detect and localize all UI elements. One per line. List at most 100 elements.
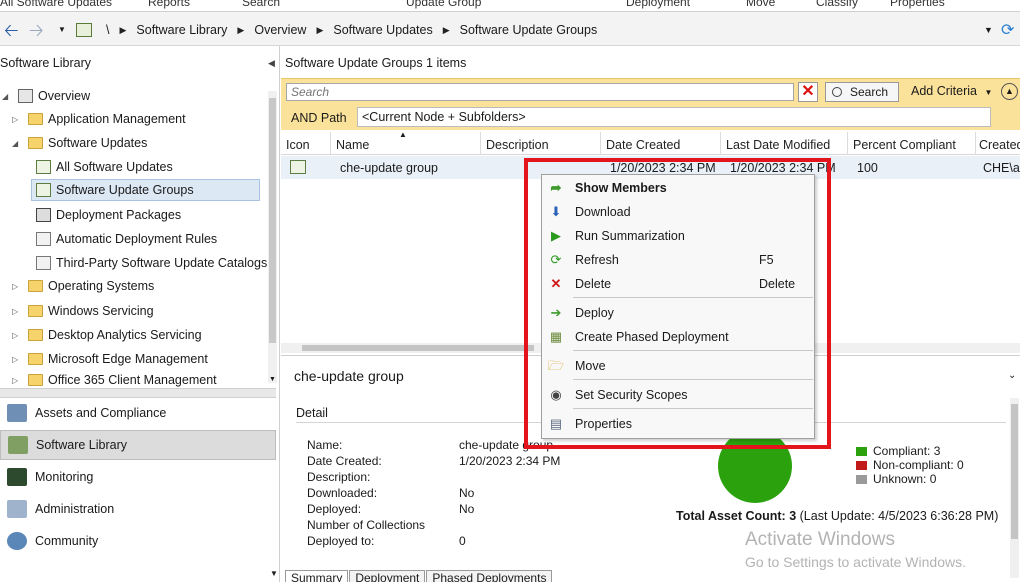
detail-key: Deployed to: (307, 534, 375, 548)
detail-key: Deployed: (307, 502, 362, 516)
address-dropdown-icon[interactable]: ▼ (984, 25, 993, 35)
breadcrumb-software-updates[interactable]: Software Updates (333, 23, 432, 37)
detail-section-heading: Detail (296, 406, 328, 420)
software-update-icon (36, 160, 51, 174)
tree-item-all-software-updates[interactable]: All Software Updates (36, 156, 173, 178)
column-created-by[interactable]: Created (979, 138, 1020, 152)
legend-swatch (856, 460, 867, 470)
refresh-icon[interactable]: ⟳ (1001, 20, 1014, 40)
history-dropdown-icon[interactable]: ▼ (58, 25, 66, 34)
search-button[interactable]: Search (825, 82, 899, 102)
ribbon-all-software-updates[interactable]: All Software Updates (0, 0, 112, 9)
ribbon-update-group[interactable]: Update Group (406, 0, 481, 9)
tree-item-application-management[interactable]: ▷ Application Management (12, 108, 186, 130)
clear-search-icon[interactable]: ✕ (798, 82, 818, 102)
detail-value: 0 (459, 534, 466, 548)
collapse-icon[interactable]: ◢ (12, 139, 22, 148)
tree-item-automatic-deployment-rules[interactable]: Automatic Deployment Rules (36, 228, 217, 250)
column-percent-compliant[interactable]: Percent Compliant (853, 138, 956, 152)
detail-key: Description: (307, 470, 371, 484)
expand-icon[interactable]: ▷ (12, 307, 22, 316)
expand-icon[interactable]: ▷ (12, 282, 22, 291)
tab-phased-deployments[interactable]: Phased Deployments (426, 570, 553, 582)
tree-item-microsoft-edge-management[interactable]: ▷ Microsoft Edge Management (12, 348, 208, 370)
forward-arrow-icon[interactable]: 🡢 (29, 21, 44, 39)
detail-title: che-update group (294, 368, 404, 384)
legend-swatch (856, 446, 867, 456)
tree-item-operating-systems[interactable]: ▷ Operating Systems (12, 275, 154, 297)
update-group-icon (290, 160, 306, 174)
scroll-down-icon[interactable]: ▼ (269, 376, 276, 383)
assets-icon (7, 404, 27, 422)
tree-scrollbar-thumb[interactable] (269, 98, 276, 343)
folder-icon (28, 305, 43, 317)
collapse-search-icon[interactable]: ▲ (1001, 83, 1018, 100)
dropdown-arrow-icon: ▼ (984, 88, 993, 97)
breadcrumb-separator-icon[interactable]: ▶ (119, 25, 126, 36)
ribbon-deployment[interactable]: Deployment (626, 0, 690, 9)
workspace-assets-and-compliance[interactable]: Assets and Compliance (0, 398, 276, 428)
tree-item-third-party-catalogs[interactable]: Third-Party Software Update Catalogs (36, 252, 267, 274)
tree-item-overview[interactable]: ◢ Overview (2, 85, 90, 107)
collapse-detail-icon[interactable]: ⌄ (1008, 370, 1016, 381)
column-last-date-modified[interactable]: Last Date Modified (726, 138, 830, 152)
activation-watermark-text: Go to Settings to activate Windows. (745, 554, 966, 570)
ribbon-classify[interactable]: Classify (816, 0, 858, 9)
workspace-administration[interactable]: Administration (0, 494, 276, 524)
expand-icon[interactable]: ▷ (12, 376, 22, 385)
detail-value: No (459, 502, 475, 516)
breadcrumb-software-library[interactable]: Software Library (136, 23, 227, 37)
expand-icon[interactable]: ▷ (12, 115, 22, 124)
breadcrumb-separator-icon[interactable]: ▶ (443, 25, 450, 36)
legend-swatch (856, 474, 867, 484)
ribbon-properties[interactable]: Properties (890, 0, 945, 9)
column-icon[interactable]: Icon (286, 138, 310, 152)
path-value-field[interactable]: <Current Node + Subfolders> (357, 107, 991, 127)
tab-deployment[interactable]: Deployment (349, 570, 426, 582)
expand-icon[interactable]: ▷ (12, 331, 22, 340)
highlight-box (524, 158, 831, 449)
search-input[interactable] (286, 83, 794, 101)
ribbon-move[interactable]: Move (746, 0, 775, 9)
activation-watermark-title: Activate Windows (745, 529, 895, 550)
package-icon (36, 208, 51, 222)
tree-item-software-updates[interactable]: ◢ Software Updates (12, 132, 147, 154)
total-asset-count: Total Asset Count: 3 (Last Update: 4/5/2… (676, 509, 999, 523)
breadcrumb-root[interactable]: \ (106, 23, 109, 37)
back-arrow-icon[interactable]: 🡠 (4, 21, 19, 39)
search-bar: ✕ Search Add Criteria ▼ ▲ (281, 78, 1020, 104)
collapse-icon[interactable]: ◢ (2, 92, 12, 101)
cell-percent-compliant: 100 (857, 161, 878, 175)
tree-item-desktop-analytics-servicing[interactable]: ▷ Desktop Analytics Servicing (12, 324, 202, 346)
folder-icon (28, 329, 43, 341)
tree-item-deployment-packages[interactable]: Deployment Packages (36, 204, 181, 226)
tree-item-software-update-groups[interactable]: Software Update Groups (31, 179, 260, 201)
folder-icon (28, 113, 43, 125)
workspace-community[interactable]: Community (0, 526, 276, 556)
collapse-pane-icon[interactable]: ◀ (268, 58, 275, 69)
add-criteria-button[interactable]: Add Criteria ▼ (911, 84, 992, 98)
ribbon-reports[interactable]: Reports (148, 0, 190, 9)
expand-icon[interactable]: ▷ (12, 355, 22, 364)
pane-splitter[interactable] (0, 388, 276, 398)
list-horizontal-scrollbar-thumb[interactable] (302, 345, 534, 351)
workspace-monitoring[interactable]: Monitoring (0, 462, 276, 492)
tab-summary[interactable]: Summary (285, 570, 349, 582)
breadcrumb-software-update-groups[interactable]: Software Update Groups (460, 23, 598, 37)
workspace-more-icon[interactable]: ▼ (270, 569, 278, 578)
tree-item-windows-servicing[interactable]: ▷ Windows Servicing (12, 300, 154, 322)
column-description[interactable]: Description (486, 138, 549, 152)
workspace-software-library[interactable]: Software Library (0, 430, 276, 460)
cell-name: che-update group (340, 161, 438, 175)
detail-vertical-scrollbar-thumb[interactable] (1011, 404, 1018, 539)
breadcrumb-overview[interactable]: Overview (254, 23, 306, 37)
column-date-created[interactable]: Date Created (606, 138, 680, 152)
address-bar: 🡠 🡢 ▼ \ ▶ Software Library ▶ Overview ▶ … (0, 12, 1020, 46)
breadcrumb-separator-icon[interactable]: ▶ (316, 25, 323, 36)
tree-item-office-365-client-management[interactable]: ▷ Office 365 Client Management (12, 372, 217, 388)
detail-value: No (459, 486, 475, 500)
column-name[interactable]: Name (336, 138, 369, 152)
ribbon-search[interactable]: Search (242, 0, 280, 9)
folder-icon (28, 137, 43, 149)
breadcrumb-separator-icon[interactable]: ▶ (237, 25, 244, 36)
